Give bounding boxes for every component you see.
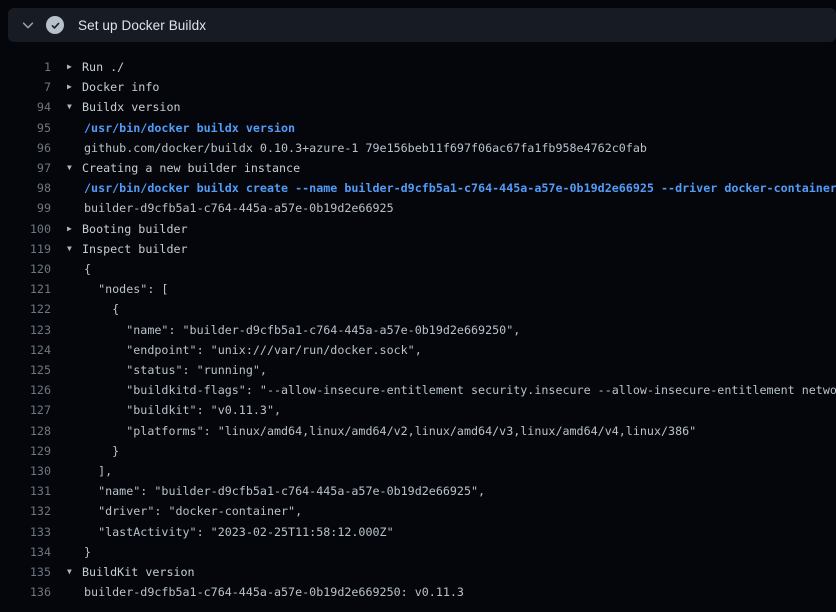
log-text: "lastActivity": "2023-02-25T11:58:12.000…	[84, 522, 394, 542]
log-text: "endpoint": "unix:///var/run/docker.sock…	[84, 340, 422, 360]
log-line: 99 builder-d9cfb5a1-c764-445a-a57e-0b19d…	[0, 198, 836, 218]
log-text: builder-d9cfb5a1-c764-445a-a57e-0b19d2e6…	[84, 198, 394, 218]
line-number[interactable]: 119	[0, 239, 51, 259]
check-circle-icon	[46, 16, 64, 34]
log-line[interactable]: 135 ▼ BuildKit version	[0, 562, 836, 582]
line-number[interactable]: 97	[0, 158, 51, 178]
triangle-down-icon[interactable]: ▼	[67, 239, 77, 259]
line-number[interactable]: 135	[0, 562, 51, 582]
line-number[interactable]: 128	[0, 421, 51, 441]
log-text: Docker info	[82, 77, 159, 97]
line-number[interactable]: 132	[0, 501, 51, 521]
log-text: "nodes": [	[84, 279, 168, 299]
log-line: 95 /usr/bin/docker buildx version	[0, 118, 836, 138]
log-text: builder-d9cfb5a1-c764-445a-a57e-0b19d2e6…	[84, 582, 464, 602]
line-number[interactable]: 98	[0, 178, 51, 198]
triangle-right-icon[interactable]: ▶	[67, 57, 77, 77]
log-text: Booting builder	[82, 219, 188, 239]
log-text: Buildx version	[82, 97, 181, 117]
triangle-right-icon[interactable]: ▶	[67, 219, 77, 239]
log-line[interactable]: 94 ▼ Buildx version	[0, 97, 836, 117]
log-line: 96 github.com/docker/buildx 0.10.3+azure…	[0, 138, 836, 158]
line-number[interactable]: 130	[0, 461, 51, 481]
log-line: 121 "nodes": [	[0, 279, 836, 299]
log-line: 134 }	[0, 542, 836, 562]
log-line[interactable]: 119 ▼ Inspect builder	[0, 239, 836, 259]
log-line: 123 "name": "builder-d9cfb5a1-c764-445a-…	[0, 320, 836, 340]
line-number[interactable]: 127	[0, 400, 51, 420]
log-text: Run ./	[82, 57, 124, 77]
line-number[interactable]: 120	[0, 259, 51, 279]
line-number[interactable]: 94	[0, 97, 51, 117]
log-text: }	[84, 542, 91, 562]
log-line[interactable]: 97 ▼ Creating a new builder instance	[0, 158, 836, 178]
log-text: github.com/docker/buildx 0.10.3+azure-1 …	[84, 138, 647, 158]
log-line: 130 ],	[0, 461, 836, 481]
triangle-down-icon[interactable]: ▼	[67, 158, 77, 178]
line-number[interactable]: 122	[0, 299, 51, 319]
line-number[interactable]: 136	[0, 582, 51, 602]
step-title: Set up Docker Buildx	[78, 18, 206, 33]
log-line: 125 "status": "running",	[0, 360, 836, 380]
log-text: "driver": "docker-container",	[84, 501, 302, 521]
log-line: 124 "endpoint": "unix:///var/run/docker.…	[0, 340, 836, 360]
line-number[interactable]: 133	[0, 522, 51, 542]
log-line: 129 }	[0, 441, 836, 461]
log-text: /usr/bin/docker buildx version	[84, 118, 295, 138]
actions-log-viewer: Set up Docker Buildx 1 ▶ Run ./ 7 ▶ Dock…	[0, 8, 836, 602]
triangle-down-icon[interactable]: ▼	[67, 562, 77, 582]
log-line[interactable]: 7 ▶ Docker info	[0, 77, 836, 97]
line-number[interactable]: 95	[0, 118, 51, 138]
log-text: ],	[84, 461, 112, 481]
line-number[interactable]: 123	[0, 320, 51, 340]
log-text: "name": "builder-d9cfb5a1-c764-445a-a57e…	[84, 481, 485, 501]
log-line[interactable]: 1 ▶ Run ./	[0, 57, 836, 77]
log-text: BuildKit version	[82, 562, 195, 582]
line-number[interactable]: 100	[0, 219, 51, 239]
log-line: 128 "platforms": "linux/amd64,linux/amd6…	[0, 421, 836, 441]
step-header[interactable]: Set up Docker Buildx	[8, 8, 836, 42]
log-text: {	[84, 299, 119, 319]
log-line: 136 builder-d9cfb5a1-c764-445a-a57e-0b19…	[0, 582, 836, 602]
log-line[interactable]: 100 ▶ Booting builder	[0, 219, 836, 239]
log-text: Inspect builder	[82, 239, 188, 259]
chevron-down-icon[interactable]	[14, 11, 42, 39]
line-number[interactable]: 131	[0, 481, 51, 501]
log-line: 133 "lastActivity": "2023-02-25T11:58:12…	[0, 522, 836, 542]
triangle-right-icon[interactable]: ▶	[67, 77, 77, 97]
log-text: "buildkitd-flags": "--allow-insecure-ent…	[84, 380, 836, 400]
log-line: 122 {	[0, 299, 836, 319]
log-text: Creating a new builder instance	[82, 158, 300, 178]
log-text: "name": "builder-d9cfb5a1-c764-445a-a57e…	[84, 320, 520, 340]
log-line: 131 "name": "builder-d9cfb5a1-c764-445a-…	[0, 481, 836, 501]
line-number[interactable]: 99	[0, 198, 51, 218]
log-line: 132 "driver": "docker-container",	[0, 501, 836, 521]
line-number[interactable]: 1	[0, 57, 51, 77]
log-line: 120 {	[0, 259, 836, 279]
log-text: "platforms": "linux/amd64,linux/amd64/v2…	[84, 421, 696, 441]
line-number[interactable]: 7	[0, 77, 51, 97]
log-text: {	[84, 259, 91, 279]
log-line: 126 "buildkitd-flags": "--allow-insecure…	[0, 380, 836, 400]
line-number[interactable]: 134	[0, 542, 51, 562]
line-number[interactable]: 125	[0, 360, 51, 380]
log-area: 1 ▶ Run ./ 7 ▶ Docker info 94 ▼ Buildx v…	[0, 42, 836, 602]
log-text: }	[84, 441, 119, 461]
line-number[interactable]: 96	[0, 138, 51, 158]
log-text: "status": "running",	[84, 360, 267, 380]
log-line: 98 /usr/bin/docker buildx create --name …	[0, 178, 836, 198]
line-number[interactable]: 129	[0, 441, 51, 461]
log-text: /usr/bin/docker buildx create --name bui…	[84, 178, 836, 198]
line-number[interactable]: 121	[0, 279, 51, 299]
triangle-down-icon[interactable]: ▼	[67, 97, 77, 117]
log-line: 127 "buildkit": "v0.11.3",	[0, 400, 836, 420]
log-text: "buildkit": "v0.11.3",	[84, 400, 281, 420]
line-number[interactable]: 126	[0, 380, 51, 400]
line-number[interactable]: 124	[0, 340, 51, 360]
